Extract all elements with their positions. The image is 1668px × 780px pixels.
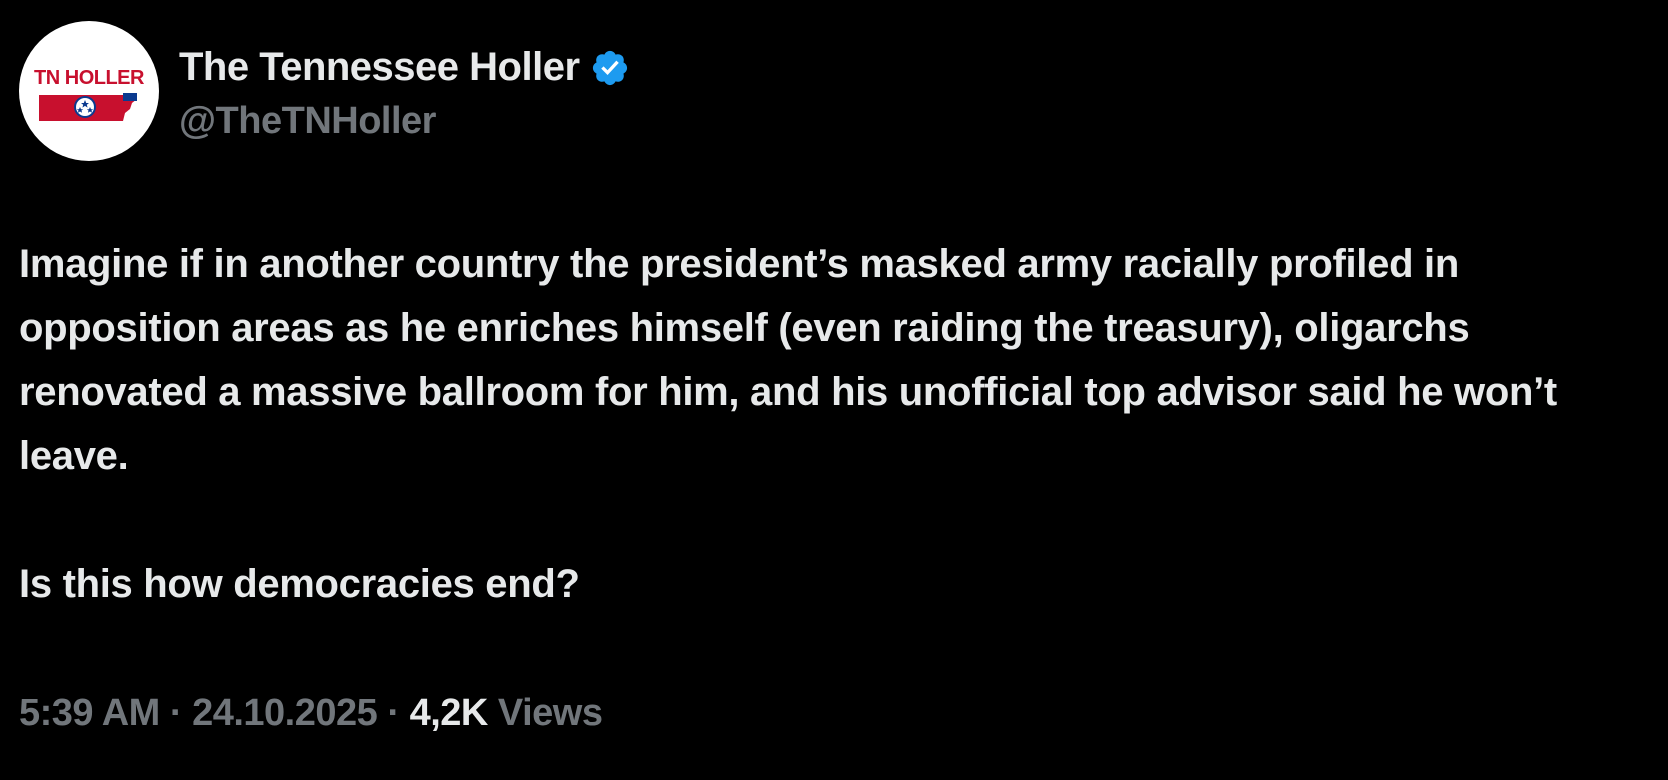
views-count: 4,2K bbox=[409, 692, 489, 734]
tweet-text: Imagine if in another country the presid… bbox=[19, 232, 1639, 616]
verified-badge-icon[interactable] bbox=[590, 48, 630, 88]
avatar-logo-text: TN HOLLER bbox=[34, 67, 144, 89]
author-names: The Tennessee Holler @TheTNHoller bbox=[179, 21, 630, 161]
tweet-metadata: 5:39 AM · 24.10.2025 · 4,2K Views bbox=[19, 692, 603, 735]
views-link[interactable]: 4,2K Views bbox=[410, 692, 603, 734]
meta-separator: · bbox=[169, 692, 183, 734]
tweet-time[interactable]: 5:39 AM bbox=[19, 692, 160, 734]
tweet-header: TN HOLLER The Tennessee Holler @TheTNHol… bbox=[19, 21, 630, 161]
display-name-row: The Tennessee Holler bbox=[179, 40, 630, 96]
display-name[interactable]: The Tennessee Holler bbox=[179, 45, 580, 90]
views-label: Views bbox=[497, 692, 603, 734]
tweet-paragraph: Imagine if in another country the presid… bbox=[19, 242, 1557, 478]
avatar[interactable]: TN HOLLER bbox=[19, 21, 159, 161]
tennessee-flag-icon bbox=[39, 93, 137, 121]
meta-separator: · bbox=[387, 692, 400, 734]
tweet: TN HOLLER The Tennessee Holler @TheTNHol… bbox=[0, 0, 1668, 780]
tweet-date[interactable]: 24.10.2025 bbox=[192, 692, 378, 734]
author-handle[interactable]: @TheTNHoller bbox=[179, 100, 630, 143]
tweet-paragraph: Is this how democracies end? bbox=[19, 562, 580, 606]
